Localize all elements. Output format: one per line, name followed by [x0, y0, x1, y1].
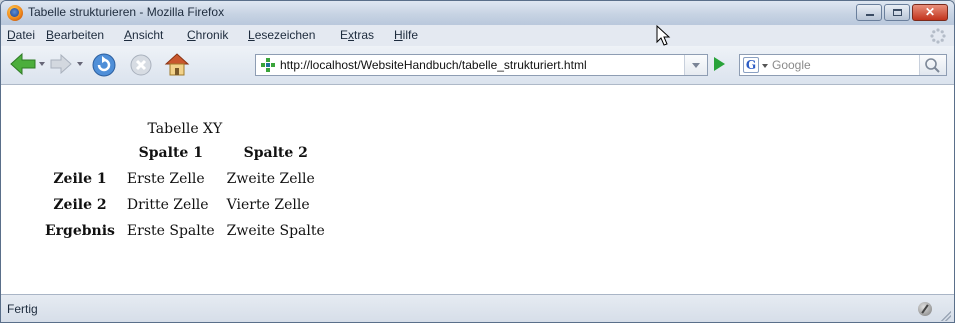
browser-window: Tabelle strukturieren - Mozilla Firefox … — [0, 0, 955, 323]
row-header: Zeile 1 — [53, 171, 107, 187]
table-footer-row: Ergebnis Erste Spalte Zweite Spalte — [41, 219, 329, 243]
url-text[interactable]: http://localhost/WebsiteHandbuch/tabelle… — [280, 58, 587, 72]
search-button[interactable] — [919, 55, 946, 75]
menu-extras[interactable]: Extras — [340, 28, 374, 42]
addon-status-icon[interactable] — [918, 302, 932, 316]
resize-grip-icon[interactable] — [941, 311, 951, 321]
window-title: Tabelle strukturieren - Mozilla Firefox — [28, 5, 225, 19]
menu-chronik[interactable]: Chronik — [187, 28, 228, 42]
table-header-row: Spalte 1 Spalte 2 — [41, 141, 329, 165]
google-icon[interactable]: G — [743, 57, 759, 73]
maximize-icon — [893, 9, 902, 16]
mouse-cursor-icon — [656, 25, 671, 46]
back-history-chevron-icon[interactable] — [39, 62, 45, 66]
column-header: Spalte 2 — [243, 145, 308, 161]
menu-datei[interactable]: Datei — [7, 28, 35, 42]
table-cell: Dritte Zelle — [126, 197, 209, 213]
back-arrow-icon[interactable] — [9, 52, 37, 76]
column-header: Spalte 1 — [138, 145, 203, 161]
menu-bearbeiten[interactable]: Bearbeiten — [46, 28, 104, 42]
site-favicon-icon — [261, 58, 275, 72]
table-row: Zeile 1 Erste Zelle Zweite Zelle — [41, 167, 329, 191]
search-bar[interactable]: G Google — [739, 54, 947, 76]
status-text: Fertig — [7, 302, 38, 316]
reload-icon[interactable] — [91, 52, 117, 78]
home-icon[interactable] — [163, 51, 191, 77]
minimize-button[interactable] — [856, 4, 882, 21]
table-cell: Erste Zelle — [126, 171, 205, 187]
forward-history-chevron-icon[interactable] — [77, 62, 83, 66]
window-controls: ✕ — [854, 4, 948, 21]
table-cell: Zweite Spalte — [226, 223, 325, 239]
address-bar[interactable]: http://localhost/WebsiteHandbuch/tabelle… — [255, 54, 708, 76]
table-corner-cell — [41, 141, 119, 165]
status-bar: Fertig — [1, 294, 954, 322]
search-engine-chevron-icon[interactable] — [762, 64, 768, 68]
throbber-icon — [930, 28, 946, 44]
table-cell: Erste Spalte — [126, 223, 215, 239]
menu-bar: Datei Bearbeiten Ansicht Chronik Lesezei… — [1, 25, 954, 46]
menu-lesezeichen[interactable]: Lesezeichen — [248, 28, 315, 42]
firefox-icon — [7, 5, 23, 21]
title-bar: Tabelle strukturieren - Mozilla Firefox … — [1, 1, 954, 25]
maximize-button[interactable] — [884, 4, 910, 21]
menu-hilfe[interactable]: Hilfe — [394, 28, 418, 42]
go-icon[interactable] — [714, 57, 725, 71]
navigation-toolbar: http://localhost/WebsiteHandbuch/tabelle… — [1, 46, 954, 85]
row-header: Zeile 2 — [53, 197, 107, 213]
table-caption: Tabelle XY — [147, 121, 223, 137]
url-history-dropdown-icon[interactable] — [684, 55, 707, 75]
data-table: Tabelle XY Spalte 1 Spalte 2 Zeile 1 Ers… — [37, 121, 333, 245]
close-icon: ✕ — [924, 5, 936, 19]
page-content: Tabelle XY Spalte 1 Spalte 2 Zeile 1 Ers… — [1, 85, 954, 294]
search-placeholder[interactable]: Google — [772, 58, 811, 72]
menu-ansicht[interactable]: Ansicht — [124, 28, 163, 42]
minimize-icon — [866, 14, 874, 16]
stop-icon[interactable] — [129, 53, 153, 77]
table-row: Zeile 2 Dritte Zelle Vierte Zelle — [41, 193, 329, 217]
table-cell: Vierte Zelle — [226, 197, 310, 213]
row-header: Ergebnis — [45, 223, 115, 239]
table-cell: Zweite Zelle — [226, 171, 315, 187]
search-magnifier-icon — [925, 58, 940, 73]
close-button[interactable]: ✕ — [912, 4, 948, 21]
forward-arrow-icon[interactable] — [49, 54, 73, 74]
